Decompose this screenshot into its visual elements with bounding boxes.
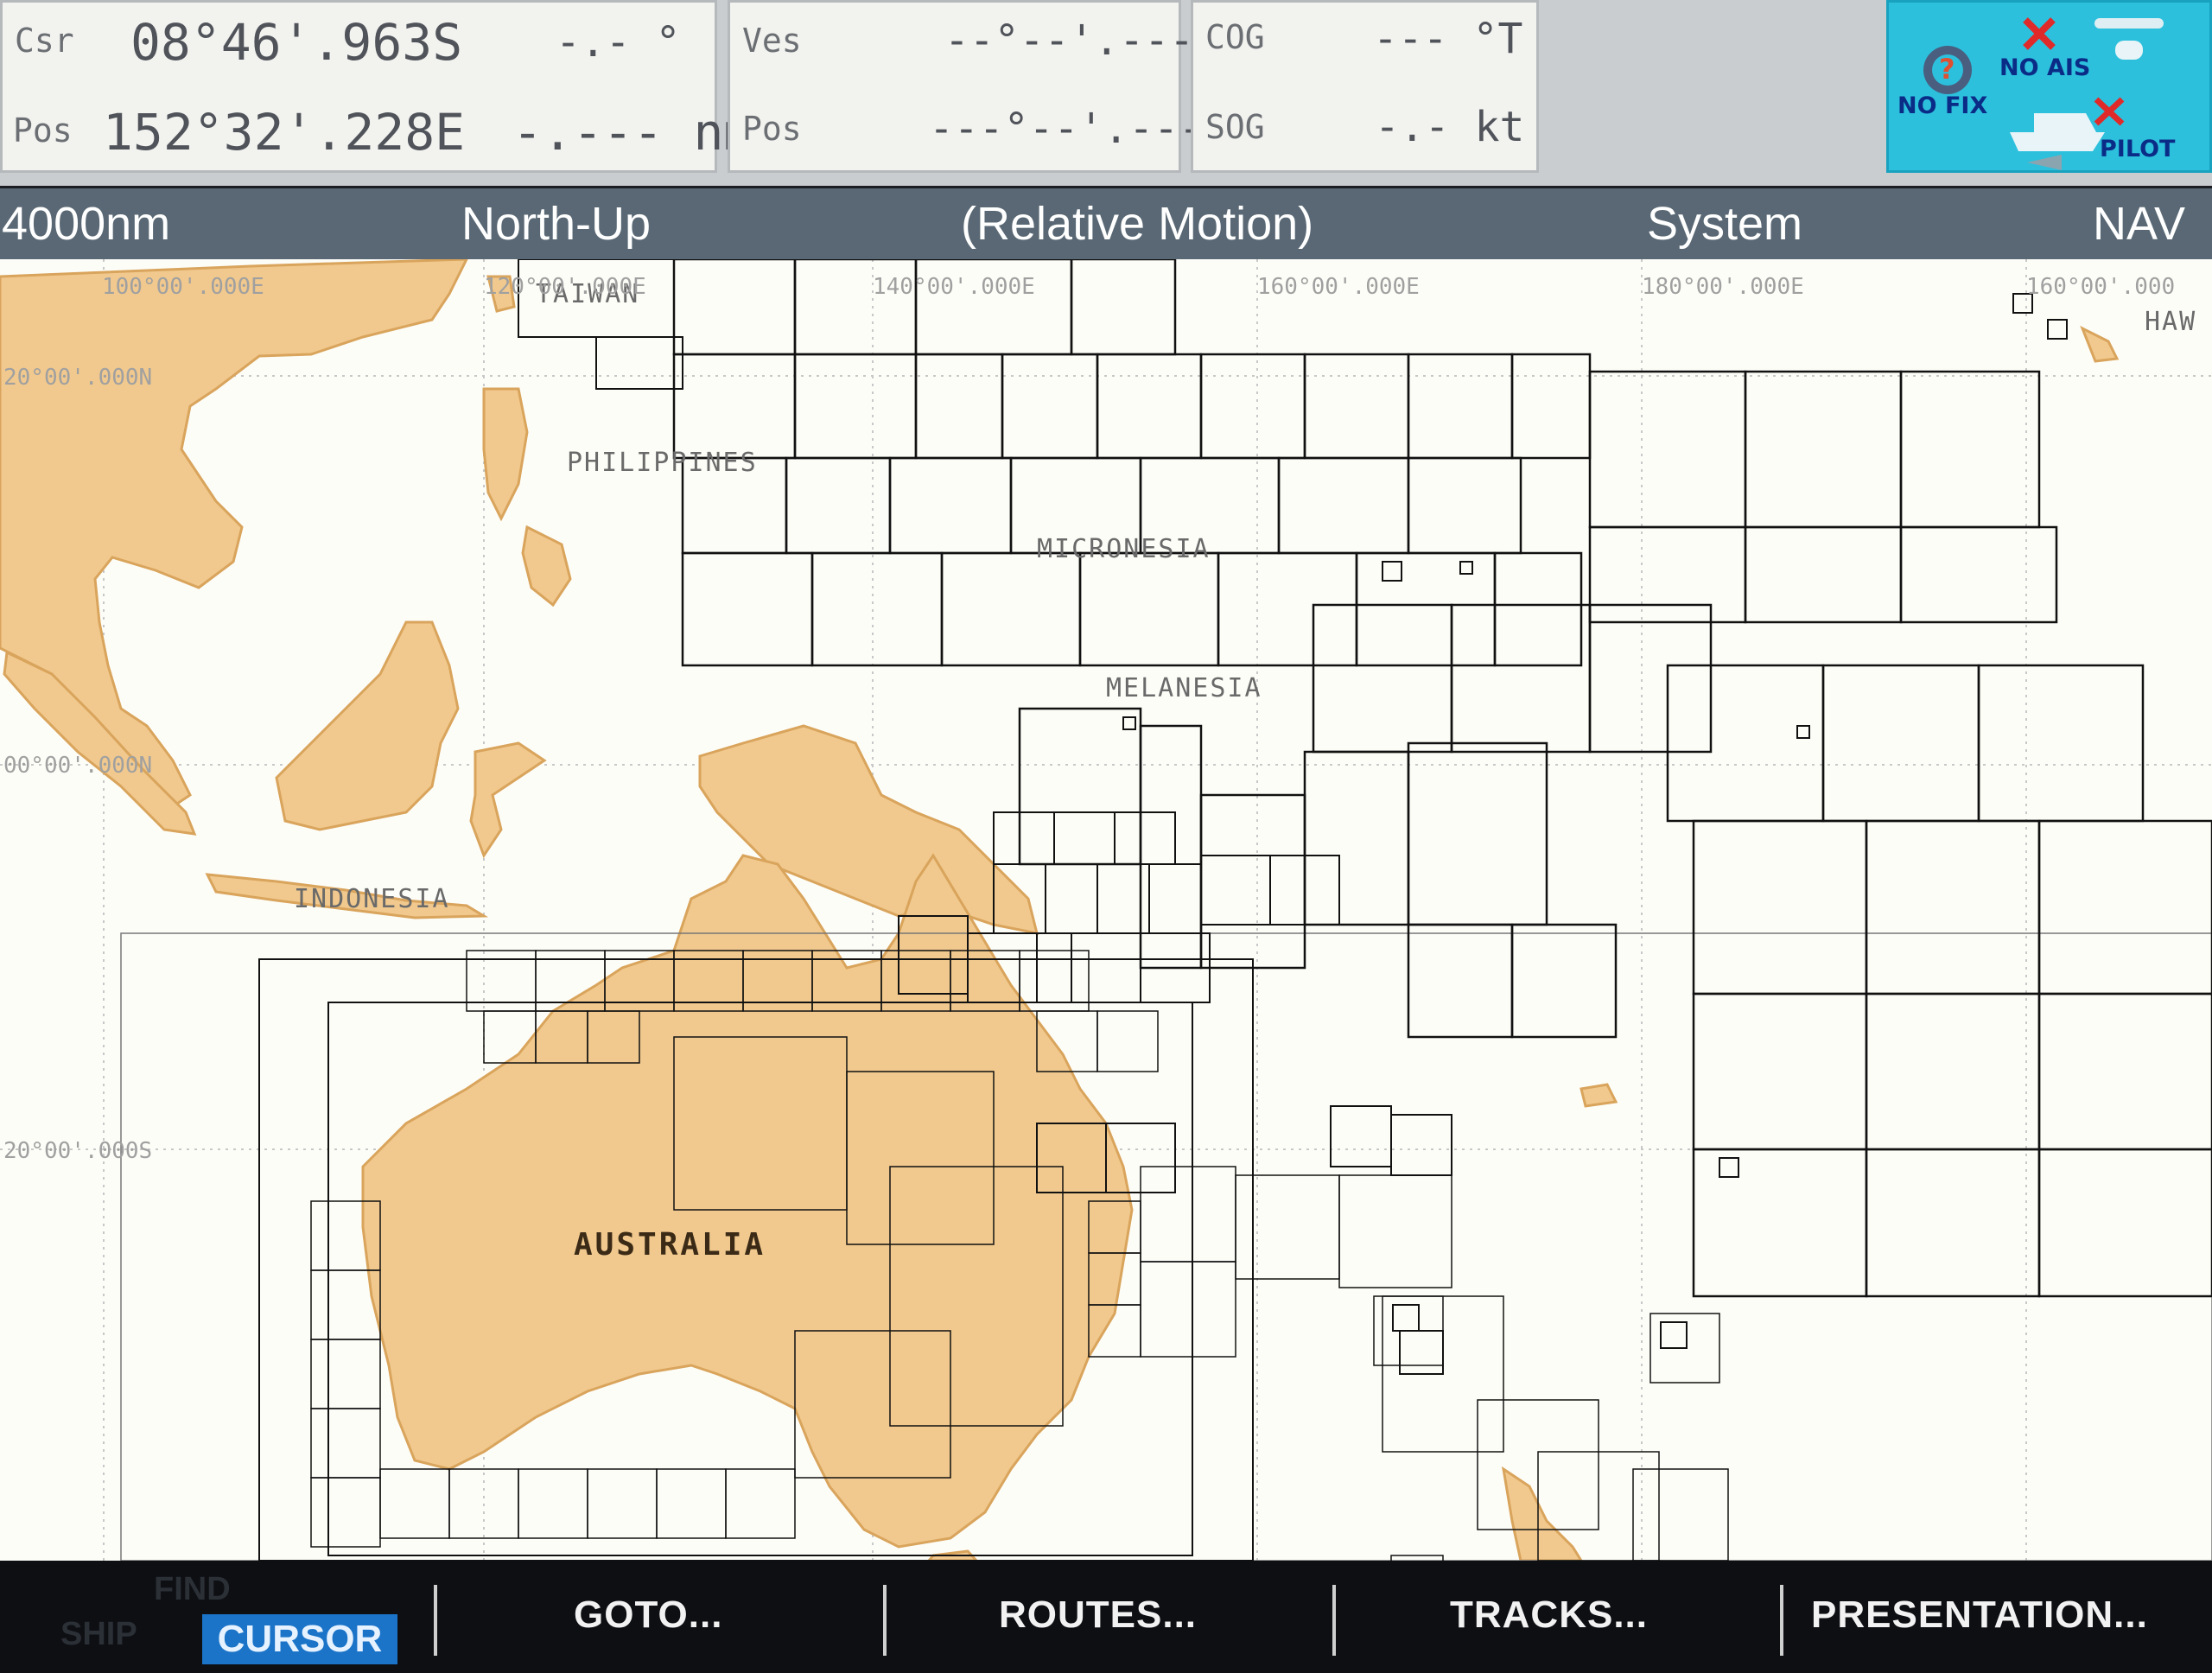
lon-label-100e: 100°00'.000E <box>102 274 264 300</box>
pilot-status: PILOT <box>2100 136 2176 162</box>
boat-icon <box>2010 132 2105 151</box>
routes-softkey[interactable]: ROUTES... <box>999 1593 1197 1637</box>
cursor-bearing: -.- ° <box>556 18 681 67</box>
cursor-pos-label: Pos <box>13 111 73 149</box>
vessel-label: Ves <box>742 22 802 60</box>
tracks-softkey[interactable]: TRACKS... <box>1450 1593 1648 1637</box>
nav-mode[interactable]: NAV <box>2093 197 2185 251</box>
lon-label-140e: 140°00'.000E <box>873 274 1035 300</box>
mindanao <box>521 525 572 607</box>
svg-text:?: ? <box>1939 53 1955 86</box>
no-ais-status: NO AIS <box>1999 54 2091 81</box>
find-key-ghost: FIND <box>154 1571 231 1607</box>
lon-label-120e: 120°00'.000E <box>484 274 646 300</box>
lat-label-0n: 00°00'.000N <box>3 753 152 779</box>
softkey-bar: FIND SHIP CURSOR GOTO... ROUTES... TRACK… <box>0 1561 2212 1673</box>
label-australia: AUSTRALIA <box>574 1227 766 1263</box>
chart-canvas[interactable]: TAIWAN PHILIPPINES MICRONESIA MELANESIA … <box>0 259 2212 1561</box>
label-micronesia: MICRONESIA <box>1037 534 1211 564</box>
data-panel-strip: Csr 08°46'.963S -.- ° Pos 152°32'.228E -… <box>0 0 2212 186</box>
lat-label-20n: 20°00'.000N <box>3 365 152 391</box>
chart-view[interactable]: TAIWAN PHILIPPINES MICRONESIA MELANESIA … <box>0 259 2212 1561</box>
label-indonesia: INDONESIA <box>294 884 450 914</box>
vessel-lon: ---°--'.--- <box>929 105 1204 153</box>
sulawesi <box>469 741 547 859</box>
softkey-divider <box>434 1585 437 1656</box>
no-fix-status: NO FIX <box>1897 92 1988 119</box>
orientation-mode[interactable]: North-Up <box>461 197 651 251</box>
vessel-panel: Ves --°--'.--- Pos ---°--'.--- <box>728 0 1204 173</box>
label-philippines: PHILIPPINES <box>567 448 758 478</box>
cursor-lon: 152°32'.228E <box>103 103 466 162</box>
goto-softkey[interactable]: GOTO... <box>574 1593 722 1637</box>
lon-label-160w: 160°00'.000 <box>2026 274 2175 300</box>
lon-label-180e: 180°00'.000E <box>1642 274 1804 300</box>
motion-mode[interactable]: (Relative Motion) <box>961 197 1313 251</box>
cog-label: COG <box>1205 18 1265 56</box>
softkey-divider <box>1332 1585 1336 1656</box>
course-panel: COG --- °T SOG -.- kt <box>1191 0 1539 173</box>
sog-label: SOG <box>1205 108 1265 146</box>
range-scale[interactable]: 4000nm <box>2 197 170 251</box>
cog-value: --- °T <box>1373 15 1523 63</box>
vessel-pos-label: Pos <box>742 110 802 148</box>
borneo <box>275 620 460 831</box>
cursor-lat: 08°46'.963S <box>130 13 463 72</box>
lat-label-20s: 20°00'.000S <box>3 1138 152 1164</box>
radar-icon <box>2094 18 2164 29</box>
fiji <box>1580 1083 1618 1108</box>
label-hawaii: HAW <box>2145 307 2196 337</box>
luzon <box>482 387 529 522</box>
softkey-divider <box>1780 1585 1783 1656</box>
sog-value: -.- kt <box>1375 103 1525 151</box>
hawaii <box>2080 325 2120 363</box>
softkey-divider <box>883 1585 887 1656</box>
cursor-softkey[interactable]: CURSOR <box>202 1614 397 1664</box>
chart-header-bar: 4000nm North-Up (Relative Motion) System… <box>0 188 2212 259</box>
cursor-range: -.--- nm <box>512 103 754 162</box>
cursor-label: Csr <box>15 22 74 60</box>
cursor-panel: Csr 08°46'.963S -.- ° Pos 152°32'.228E -… <box>0 0 753 173</box>
vessel-lat: --°--'.--- <box>944 16 1194 65</box>
label-melanesia: MELANESIA <box>1106 673 1262 703</box>
new-zealand <box>1501 1466 1583 1561</box>
presentation-softkey[interactable]: PRESENTATION... <box>1811 1593 2148 1637</box>
status-panel[interactable]: ? NO AIS NO FIX PILOT <box>1886 0 2212 173</box>
datum-label[interactable]: System <box>1647 197 1802 251</box>
lon-label-160e: 160°00'.000E <box>1257 274 1420 300</box>
ship-key-ghost: SHIP <box>60 1616 137 1652</box>
